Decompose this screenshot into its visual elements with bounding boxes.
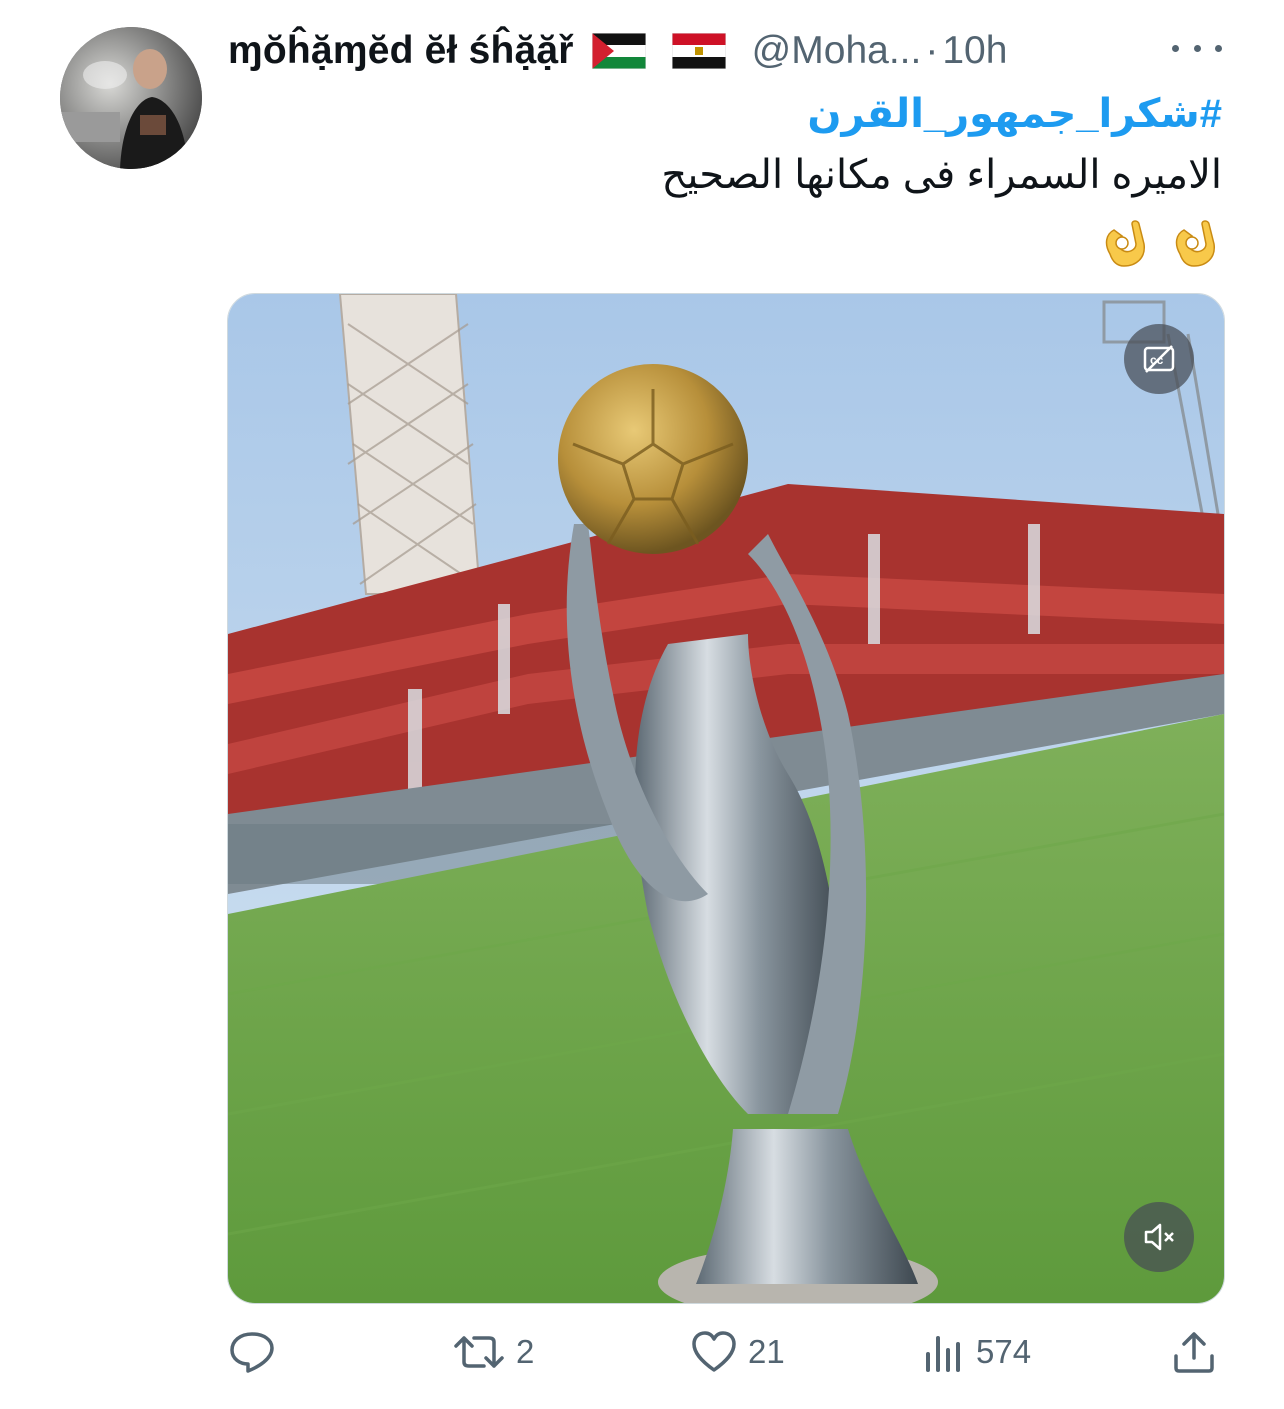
captions-off-icon[interactable]: cc [1124,324,1194,394]
user-handle[interactable]: @Moha... [752,29,922,73]
tweet-header: ɱŏĥặɱĕd ĕł śĥặặř @Moha... · 10h [228,26,1007,76]
avatar[interactable] [60,27,202,169]
timestamp[interactable]: 10h [942,29,1007,73]
more-options-icon[interactable] [1172,30,1222,66]
views-icon [926,1336,960,1372]
video-player[interactable]: cc [227,293,1225,1304]
display-name[interactable]: ɱŏĥặɱĕd ĕł śĥặặř [228,29,574,73]
like-button[interactable]: 21 [690,1322,785,1382]
retweet-count: 2 [516,1333,535,1370]
video-frame [228,294,1224,1303]
reply-button[interactable] [228,1322,286,1382]
hashtag-link[interactable]: #شكرا_جمهور_القرن [262,84,1222,144]
share-icon [1174,1332,1214,1373]
views-count: 574 [976,1333,1032,1370]
emoji-line [262,212,1222,272]
like-count: 21 [748,1333,785,1370]
tweet-body: الاميره السمراء فى مكانها الصحيح [661,153,1222,197]
egypt-flag-icon [671,32,727,70]
views-button[interactable]: 574 [922,1322,1031,1382]
ok-hand-icon [1096,214,1152,270]
tweet-text: #شكرا_جمهور_القرن الاميره السمراء فى مكا… [262,84,1222,272]
tweet[interactable]: ɱŏĥặɱĕd ĕł śĥặặř @Moha... · 10h #شكرا_جم… [0,0,1284,1409]
reply-icon [230,1332,274,1373]
heart-icon [692,1331,736,1372]
action-bar: 2 21 574 [0,1322,1284,1382]
ok-hand-icon [1166,214,1222,270]
separator-dot: · [925,29,939,72]
palestine-flag-icon [591,32,647,70]
muted-speaker-icon[interactable] [1124,1202,1194,1272]
retweet-icon [454,1336,504,1368]
share-button[interactable] [1170,1322,1218,1382]
retweet-button[interactable]: 2 [452,1322,534,1382]
